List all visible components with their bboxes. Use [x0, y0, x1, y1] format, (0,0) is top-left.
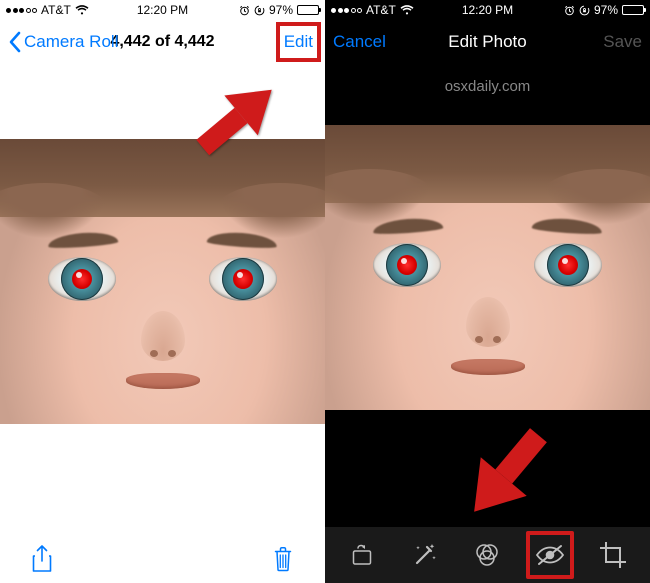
rotate-button[interactable] — [338, 531, 386, 579]
redeye-button[interactable] — [526, 531, 574, 579]
battery-icon — [622, 5, 644, 15]
trash-button[interactable] — [259, 535, 307, 583]
save-button: Save — [603, 20, 642, 64]
nav-bar: Camera Roll 4,442 of 4,442 Edit — [0, 20, 325, 64]
carrier-label: AT&T — [366, 3, 396, 17]
filters-button[interactable] — [463, 531, 511, 579]
edit-toolbar — [325, 527, 650, 583]
wifi-icon — [75, 5, 89, 15]
rotation-lock-icon — [254, 5, 265, 16]
alarm-icon — [564, 5, 575, 16]
cellular-signal-icon — [6, 8, 37, 13]
battery-icon — [297, 5, 319, 15]
alarm-icon — [239, 5, 250, 16]
chevron-left-icon — [8, 31, 21, 53]
photo-preview — [325, 150, 650, 410]
photo-canvas[interactable]: osxdaily.com — [325, 64, 650, 527]
edit-photo-screen: AT&T 12:20 PM 97% Cancel Edit Photo Save — [325, 0, 650, 583]
cancel-label: Cancel — [333, 32, 386, 52]
battery-pct-label: 97% — [594, 3, 618, 17]
bottom-toolbar — [0, 535, 325, 583]
nav-bar: Cancel Edit Photo Save — [325, 20, 650, 64]
enhance-button[interactable] — [401, 531, 449, 579]
watermark: osxdaily.com — [325, 78, 650, 95]
edit-label: Edit — [284, 32, 313, 52]
status-bar: AT&T 12:20 PM 97% — [325, 0, 650, 20]
share-button[interactable] — [18, 535, 66, 583]
back-button[interactable]: Camera Roll — [8, 20, 118, 64]
status-bar: AT&T 12:20 PM 97% — [0, 0, 325, 20]
photos-viewer-screen: AT&T 12:20 PM 97% Camera Roll 4,442 of 4… — [0, 0, 325, 583]
cellular-signal-icon — [331, 8, 362, 13]
photo-preview — [0, 164, 325, 424]
crop-button[interactable] — [589, 531, 637, 579]
photo-canvas[interactable] — [0, 64, 325, 535]
cancel-button[interactable]: Cancel — [333, 20, 386, 64]
wifi-icon — [400, 5, 414, 15]
back-label: Camera Roll — [24, 32, 118, 52]
carrier-label: AT&T — [41, 3, 71, 17]
edit-button[interactable]: Edit — [276, 22, 321, 62]
battery-pct-label: 97% — [269, 3, 293, 17]
save-label: Save — [603, 32, 642, 52]
rotation-lock-icon — [579, 5, 590, 16]
